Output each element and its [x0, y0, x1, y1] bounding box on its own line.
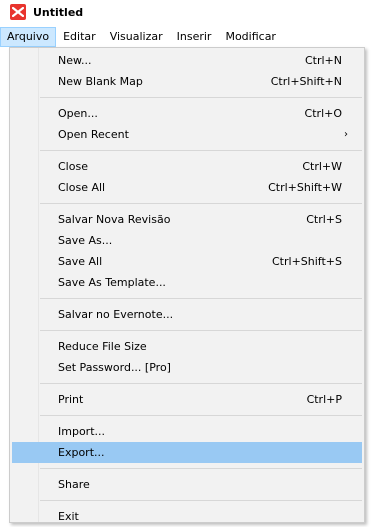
- menu-item-open[interactable]: Open... Ctrl+O: [12, 103, 362, 124]
- menu-item-label: Set Password... [Pro]: [58, 361, 171, 374]
- menu-separator: [40, 383, 362, 384]
- menu-item-label: Save As Template...: [58, 276, 166, 289]
- menu-editar[interactable]: Editar: [56, 27, 103, 47]
- menu-bar: Arquivo Editar Visualizar Inserir Modificar: [0, 27, 371, 47]
- menu-separator: [40, 500, 362, 501]
- menu-item-save-as[interactable]: Save As...: [12, 230, 362, 251]
- menu-item-label: Print: [58, 393, 84, 406]
- menu-arquivo[interactable]: Arquivo: [0, 27, 57, 47]
- window-title: Untitled: [33, 5, 84, 19]
- menu-separator: [40, 97, 362, 98]
- menu-item-salvar-no-evernote[interactable]: Salvar no Evernote...: [12, 304, 362, 325]
- menu-item-shortcut: Ctrl+P: [306, 393, 342, 406]
- menu-item-label: Salvar no Evernote...: [58, 308, 174, 321]
- menu-separator: [40, 468, 362, 469]
- menu-item-salvar-nova-revisão[interactable]: Salvar Nova Revisão Ctrl+S: [12, 209, 362, 230]
- menu-item-label: Salvar Nova Revisão: [58, 213, 171, 226]
- menu-item-set-password-pro[interactable]: Set Password... [Pro]: [12, 357, 362, 378]
- menu-item-label: Open...: [58, 107, 98, 120]
- menu-item-label: Export...: [58, 446, 105, 459]
- menu-item-label: Close All: [58, 181, 106, 194]
- menu-item-label: Save As...: [58, 234, 113, 247]
- menu-item-reduce-file-size[interactable]: Reduce File Size: [12, 336, 362, 357]
- file-menu-dropdown: New... Ctrl+N New Blank Map Ctrl+Shift+N Ope…: [9, 47, 365, 523]
- menu-item-label: New Blank Map: [58, 75, 143, 88]
- menu-item-shortcut: Ctrl+Shift+N: [270, 75, 342, 88]
- menu-item-shortcut: Ctrl+S: [306, 213, 342, 226]
- menu-item-label: Close: [58, 160, 88, 173]
- menu-item-label: Open Recent: [58, 128, 129, 141]
- menu-separator: [40, 150, 362, 151]
- menu-item-close-all[interactable]: Close All Ctrl+Shift+W: [12, 177, 362, 198]
- menu-item-label: Reduce File Size: [58, 340, 147, 353]
- menu-item-label: New...: [58, 54, 92, 67]
- menu-item-label: Import...: [58, 425, 105, 438]
- menu-separator: [40, 415, 362, 416]
- menu-item-shortcut: Ctrl+W: [302, 160, 342, 173]
- menu-item-label: Save All: [58, 255, 103, 268]
- menu-item-close[interactable]: Close Ctrl+W: [12, 156, 362, 177]
- menu-modificar[interactable]: Modificar: [218, 27, 283, 47]
- menu-item-label: Share: [58, 478, 90, 491]
- menu-item-shortcut: Ctrl+O: [304, 107, 342, 120]
- menu-separator: [40, 330, 362, 331]
- menu-separator: [40, 203, 362, 204]
- menu-item-save-as-template[interactable]: Save As Template...: [12, 272, 362, 293]
- menu-item-share[interactable]: Share: [12, 474, 362, 495]
- menu-item-new-blank-map[interactable]: New Blank Map Ctrl+Shift+N: [12, 71, 362, 92]
- title-bar: Untitled: [0, 0, 371, 24]
- menu-item-open-recent[interactable]: Open Recent ›: [12, 124, 362, 145]
- menu-separator: [40, 298, 362, 299]
- menu-item-save-all[interactable]: Save All Ctrl+Shift+S: [12, 251, 362, 272]
- menu-item-shortcut: Ctrl+N: [304, 54, 342, 67]
- menu-item-print[interactable]: Print Ctrl+P: [12, 389, 362, 410]
- menu-item-import[interactable]: Import...: [12, 421, 362, 442]
- menu-visualizar[interactable]: Visualizar: [103, 27, 170, 47]
- menu-inserir[interactable]: Inserir: [170, 27, 219, 47]
- menu-item-new[interactable]: New... Ctrl+N: [12, 50, 362, 71]
- menu-item-shortcut: Ctrl+Shift+S: [272, 255, 342, 268]
- menu-item-export[interactable]: Export...: [12, 442, 362, 463]
- menu-item-shortcut: Ctrl+Shift+W: [268, 181, 342, 194]
- chevron-right-icon: ›: [344, 129, 348, 140]
- xmind-logo-icon: [10, 4, 26, 20]
